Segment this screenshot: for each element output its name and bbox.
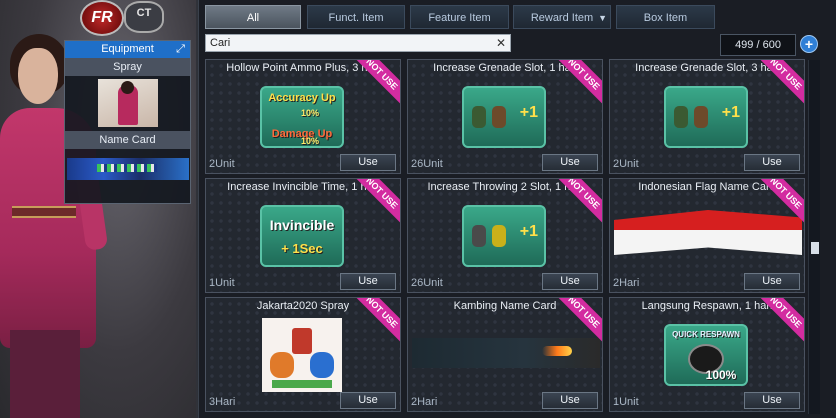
- use-button[interactable]: Use: [340, 154, 396, 171]
- item-image-text: + 1Sec: [281, 241, 323, 256]
- item-image-flag: [614, 210, 802, 255]
- item-unit: 1Unit: [209, 277, 235, 289]
- logo-ct-badge: CT: [124, 1, 164, 33]
- item-unit: 1Unit: [613, 396, 639, 408]
- scrollbar-thumb[interactable]: [811, 242, 819, 254]
- namecard-slot-label: Name Card: [65, 131, 190, 149]
- item-image-number: 10%: [300, 136, 319, 146]
- grenade-icon: [472, 106, 486, 128]
- use-button[interactable]: Use: [542, 154, 598, 171]
- banner-shape: [272, 380, 332, 388]
- grenade-icon: [694, 106, 708, 128]
- add-slot-button[interactable]: +: [800, 35, 818, 53]
- item-image-invincible: Invincible + 1Sec: [260, 205, 344, 267]
- grenade-icon: [492, 225, 506, 247]
- item-image-number: 10%: [300, 108, 319, 118]
- tab-funct-item-label: Funct. Item: [328, 12, 384, 24]
- item-card[interactable]: Increase Invincible Time, 1 hari Invinci…: [205, 178, 401, 293]
- game-logo: FR CT: [80, 0, 166, 36]
- item-image-respawn: QUICK RESPAWN 100%: [664, 324, 748, 386]
- use-button[interactable]: Use: [340, 273, 396, 290]
- item-unit: 2Hari: [613, 277, 640, 289]
- character-belt: [12, 206, 76, 218]
- grenade-icon: [674, 106, 688, 128]
- tab-funct-item[interactable]: Funct. Item: [307, 5, 405, 29]
- use-button[interactable]: Use: [542, 273, 598, 290]
- item-unit: 26Unit: [411, 158, 443, 170]
- item-unit: 2Unit: [209, 158, 235, 170]
- category-tabs: All Funct. Item Feature Item Reward Item…: [205, 5, 831, 29]
- tab-reward-item-label: Reward Item: [530, 12, 594, 24]
- item-image-ammo: Accuracy Up Damage Up 10% 10%: [260, 86, 344, 148]
- item-image-kambing-card: [412, 338, 600, 368]
- item-grid: Hollow Point Ammo Plus, 3 hari Accuracy …: [205, 59, 805, 415]
- character-legs: [10, 330, 80, 418]
- tab-all-label: All: [246, 12, 260, 24]
- item-image-grenade: +1: [664, 86, 748, 148]
- tab-box-item[interactable]: Box Item: [616, 5, 715, 29]
- dropdown-arrow-icon: ▼: [598, 13, 607, 23]
- expand-icon[interactable]: ⤢: [174, 43, 187, 56]
- item-unit: 3Hari: [209, 396, 236, 408]
- logo-fr-badge: FR: [80, 0, 124, 36]
- tab-reward-item[interactable]: Reward Item ▼: [513, 5, 611, 29]
- item-image-text: 100%: [705, 368, 737, 382]
- inventory-counter: 499 / 600: [720, 34, 796, 56]
- item-unit: 26Unit: [411, 277, 443, 289]
- character-head: [18, 48, 58, 104]
- item-card[interactable]: Kambing Name Card NOT USE 2Hari Use: [407, 297, 603, 412]
- item-card[interactable]: Increase Grenade Slot, 1 hari +1 NOT USE…: [407, 59, 603, 174]
- search-box: ✕: [205, 34, 511, 52]
- item-image-text: Invincible: [269, 217, 335, 233]
- grenade-icon: [472, 225, 486, 247]
- item-image-text: QUICK RESPAWN: [672, 330, 740, 339]
- item-card[interactable]: Hollow Point Ammo Plus, 3 hari Accuracy …: [205, 59, 401, 174]
- use-button[interactable]: Use: [744, 154, 800, 171]
- mascot-shape: [270, 352, 294, 378]
- item-image-grenade: +1: [462, 86, 546, 148]
- tab-feature-item[interactable]: Feature Item: [410, 5, 509, 29]
- item-unit: 2Unit: [613, 158, 639, 170]
- clear-search-icon[interactable]: ✕: [495, 36, 507, 50]
- item-card[interactable]: Jakarta2020 Spray NOT USE 3Hari Use: [205, 297, 401, 412]
- plus-one-label: +1: [721, 104, 740, 121]
- plus-one-label: +1: [519, 223, 538, 240]
- monument-shape: [292, 328, 312, 354]
- equipment-title: Equipment: [101, 43, 154, 55]
- item-grid-scrollbar[interactable]: [808, 60, 820, 414]
- use-button[interactable]: Use: [744, 392, 800, 409]
- fire-effect: [542, 346, 572, 356]
- tab-all[interactable]: All: [205, 5, 301, 29]
- search-input[interactable]: [206, 35, 494, 51]
- use-button[interactable]: Use: [340, 392, 396, 409]
- equipment-panel: Equipment ⤢ Spray Name Card: [64, 40, 191, 204]
- item-card[interactable]: Increase Throwing 2 Slot, 1 hari +1 NOT …: [407, 178, 603, 293]
- grenade-icon: [492, 106, 506, 128]
- equipment-title-bar: Equipment ⤢: [65, 41, 190, 58]
- item-image-spray: [262, 318, 342, 392]
- use-button[interactable]: Use: [744, 273, 800, 290]
- inventory-panel: All Funct. Item Feature Item Reward Item…: [198, 0, 836, 418]
- use-button[interactable]: Use: [542, 392, 598, 409]
- game-scene: FR CT Equipment ⤢ Spray Name Card All Fu…: [0, 0, 836, 418]
- spray-figure-head: [120, 81, 134, 94]
- item-card[interactable]: Increase Grenade Slot, 3 hari +1 NOT USE…: [609, 59, 805, 174]
- item-card[interactable]: Langsung Respawn, 1 hari QUICK RESPAWN 1…: [609, 297, 805, 412]
- item-image-throwing: +1: [462, 205, 546, 267]
- tab-box-item-label: Box Item: [643, 12, 688, 24]
- plus-one-label: +1: [519, 104, 538, 121]
- item-unit: 2Hari: [411, 396, 438, 408]
- tab-feature-item-label: Feature Item: [428, 12, 491, 24]
- mascot-shape: [310, 352, 334, 378]
- spray-slot-label: Spray: [65, 58, 190, 76]
- spray-slot-thumbnail[interactable]: [97, 79, 158, 127]
- item-image-text: Accuracy Up: [268, 92, 336, 104]
- namecard-slot-thumbnail[interactable]: [66, 158, 189, 180]
- item-card[interactable]: Indonesian Flag Name Card NOT USE 2Hari …: [609, 178, 805, 293]
